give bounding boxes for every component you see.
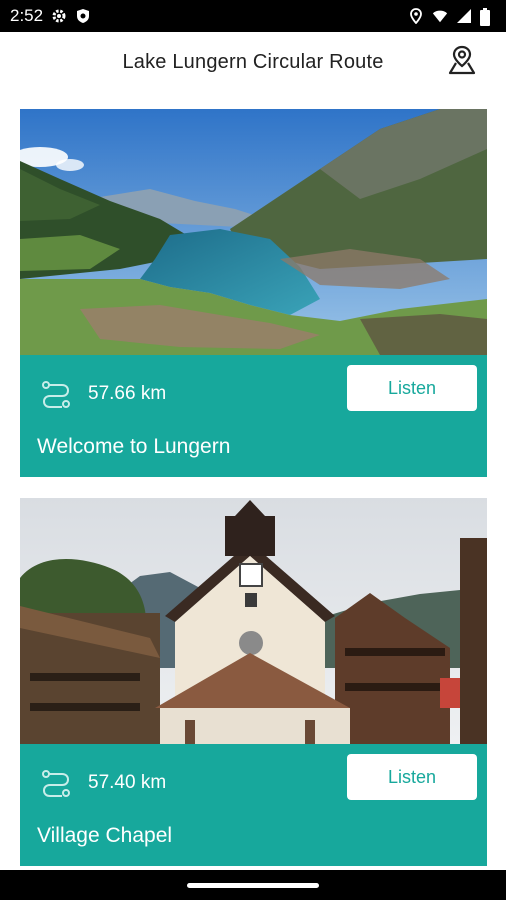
status-time: 2:52 [10, 6, 44, 25]
route-icon [42, 770, 70, 797]
map-pin-icon [448, 45, 476, 75]
route-map-button[interactable] [444, 42, 480, 78]
route-icon [42, 381, 70, 408]
stop-title: Welcome to Lungern [37, 435, 231, 458]
stops-list: 57.66 km Listen Welcome to Lungern 57.40… [20, 109, 487, 887]
system-nav-bar [0, 870, 506, 900]
distance-row: 57.66 km [38, 379, 166, 409]
status-bar: 2:52 [0, 0, 506, 32]
status-left: 2:52 [10, 6, 91, 26]
status-right [408, 8, 496, 26]
card-footer: 57.66 km Listen Welcome to Lungern [20, 355, 487, 477]
distance-value: 57.40 km [88, 772, 167, 793]
stop-card[interactable]: 57.66 km Listen Welcome to Lungern [20, 109, 487, 477]
distance-row: 57.40 km [38, 768, 166, 798]
battery-icon [480, 8, 496, 26]
home-gesture-handle[interactable] [187, 882, 319, 888]
location-icon [408, 8, 424, 24]
village-chapel-photo [20, 498, 487, 744]
listen-button[interactable]: Listen [347, 365, 477, 411]
signal-icon [456, 8, 472, 24]
gear-icon [51, 8, 67, 24]
card-footer: 57.40 km Listen Village Chapel [20, 744, 487, 866]
page-title: Lake Lungern Circular Route [122, 50, 384, 73]
stop-title: Village Chapel [37, 824, 173, 847]
stop-card[interactable]: 57.40 km Listen Village Chapel [20, 498, 487, 866]
distance-value: 57.66 km [88, 383, 167, 404]
shield-icon [75, 8, 91, 24]
app-header: Lake Lungern Circular Route [0, 32, 506, 92]
wifi-icon [432, 8, 448, 24]
lake-lungern-photo [20, 109, 487, 355]
listen-button[interactable]: Listen [347, 754, 477, 800]
